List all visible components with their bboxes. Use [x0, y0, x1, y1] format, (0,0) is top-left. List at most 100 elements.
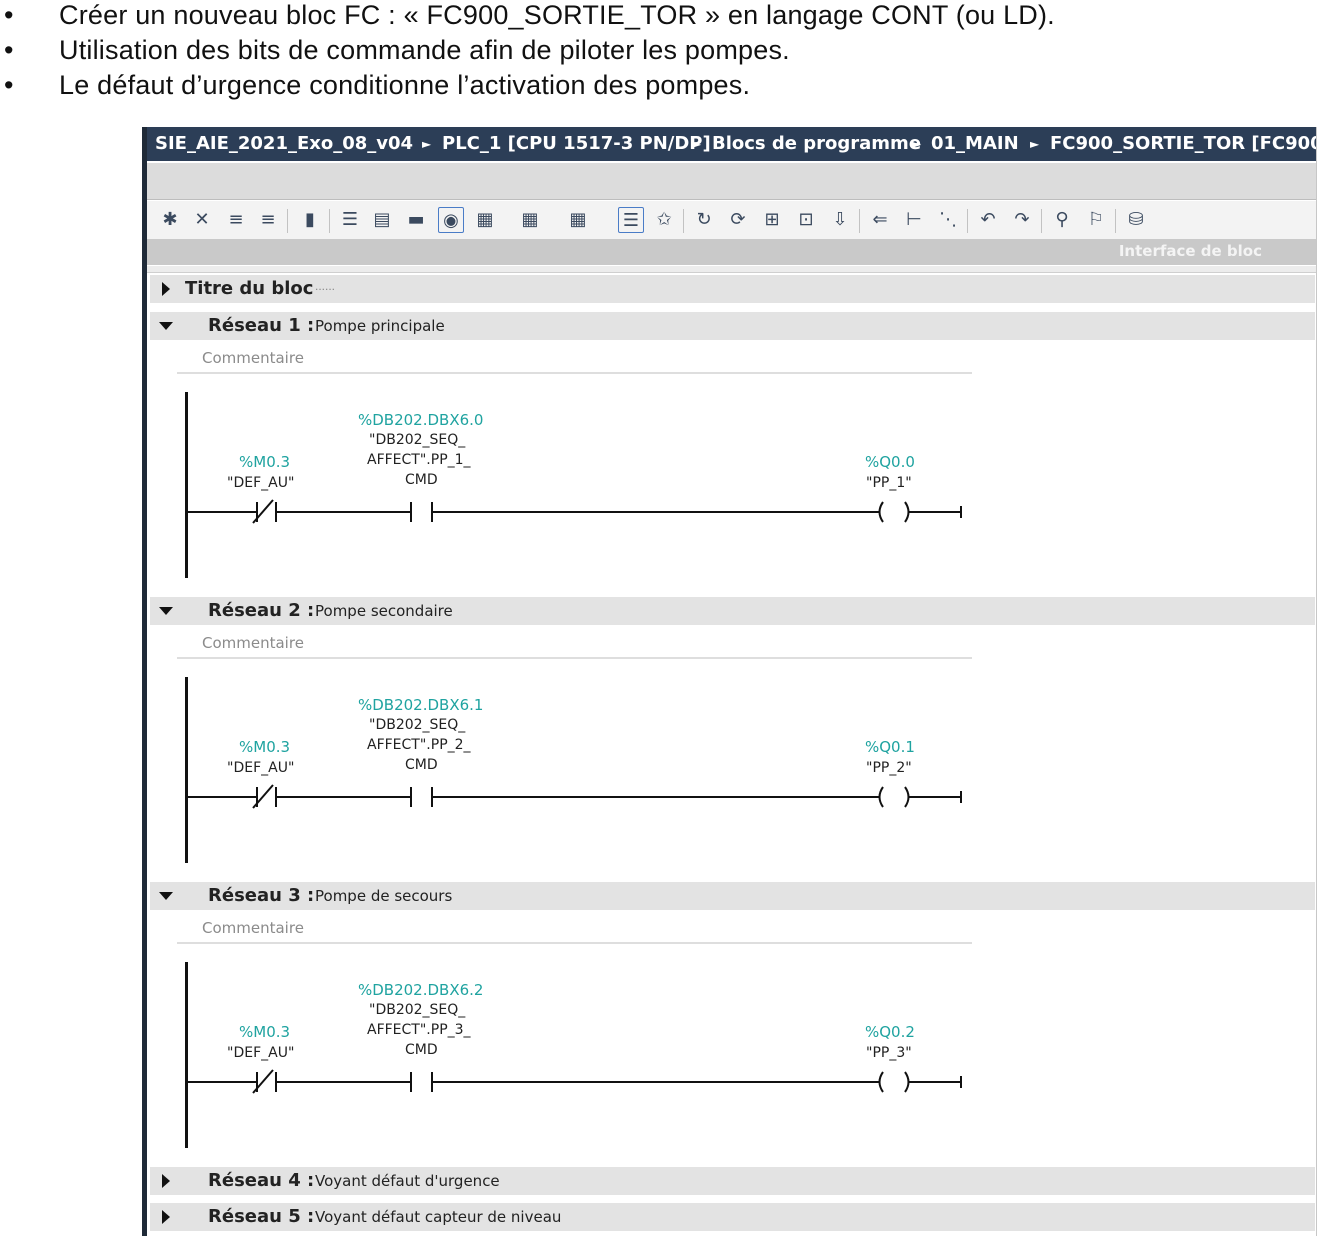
expand-arrow-icon[interactable] [162, 1174, 170, 1188]
network-header-1[interactable]: Réseau 1 : Pompe principale [150, 312, 1315, 340]
toolbar-separator [329, 209, 330, 233]
contact-address[interactable]: %M0.3 [239, 738, 290, 756]
no-contact[interactable] [410, 787, 433, 807]
network-title[interactable]: Pompe secondaire [315, 602, 453, 620]
monitor-icon[interactable]: ⟳ [725, 207, 751, 233]
network-comment[interactable]: Commentaire [177, 629, 972, 659]
assign-icon[interactable]: ⚐ [1083, 207, 1109, 233]
expand-arrow-icon[interactable] [162, 282, 170, 296]
contact-symbol-line[interactable]: CMD [405, 1042, 438, 1058]
list-icon[interactable]: ↶ [975, 207, 1001, 233]
bullet-marker: • [4, 0, 14, 30]
compare-icon[interactable]: ⊢ [901, 207, 927, 233]
ladder-icon[interactable]: ↻ [691, 207, 717, 233]
network-header-4[interactable]: Réseau 4 : Voyant défaut d'urgence [150, 1167, 1315, 1195]
contact-symbol-line[interactable]: AFFECT".PP_2_ [367, 737, 471, 753]
network-title[interactable]: Pompe principale [315, 317, 445, 335]
contact-symbol[interactable]: "DEF_AU" [227, 760, 294, 776]
operand-display-icon[interactable]: ☰ [618, 207, 644, 233]
block-title-placeholder[interactable]: ...... [315, 279, 335, 293]
network-comment-icon[interactable]: ▤ [369, 207, 395, 233]
ladder-network-3: %M0.3 "DEF_AU" %DB202.DBX6.2 "DB202_SEQ_… [147, 962, 977, 1148]
favorites-icon[interactable]: ▬ [403, 207, 429, 233]
toolbar-separator [1115, 209, 1116, 233]
collapse-arrow-icon[interactable] [159, 892, 173, 900]
network-comment[interactable]: Commentaire [177, 344, 972, 374]
collapse-arrow-icon[interactable] [159, 607, 173, 615]
breadcrumb-program-blocks[interactable]: Blocs de programme [712, 127, 921, 161]
contact-address[interactable]: %M0.3 [239, 453, 290, 471]
bullet-marker: • [4, 70, 14, 100]
contact-symbol-line[interactable]: "DB202_SEQ_ [369, 717, 465, 733]
network-title[interactable]: Voyant défaut capteur de niveau [315, 1208, 561, 1226]
network-number: Réseau 4 : [208, 1170, 315, 1191]
display-icon[interactable]: ▮ [297, 207, 323, 233]
editor-header-bar [147, 163, 1316, 200]
navigate-ref-icon[interactable]: ⊞ [759, 207, 785, 233]
breadcrumb-project[interactable]: SIE_AIE_2021_Exo_08_v04 [155, 127, 413, 161]
output-coil[interactable] [878, 501, 910, 523]
close-all-networks-icon[interactable]: ▦ [517, 207, 543, 233]
toolbar-separator [1041, 209, 1042, 233]
toggle-ref-icon[interactable]: ↷ [1009, 207, 1035, 233]
coil-address[interactable]: %Q0.2 [865, 1023, 915, 1041]
instance-db-icon[interactable]: ⇩ [827, 207, 853, 233]
block-title-label: Titre du bloc [185, 278, 314, 299]
contact-address[interactable]: %M0.3 [239, 1023, 290, 1041]
network-header-3[interactable]: Réseau 3 : Pompe de secours [150, 882, 1315, 910]
output-coil[interactable] [878, 1071, 910, 1093]
expand-arrow-icon[interactable] [162, 1210, 170, 1224]
show-favorites-icon[interactable]: ✩ [651, 207, 677, 233]
interface-splitter[interactable] [147, 266, 1316, 273]
no-contact[interactable] [410, 502, 433, 522]
breadcrumb: SIE_AIE_2021_Exo_08_v04 ► PLC_1 [CPU 151… [147, 127, 1316, 161]
go-to-icon[interactable]: ⊡ [793, 207, 819, 233]
contact-symbol[interactable]: "DEF_AU" [227, 1045, 294, 1061]
download-icon[interactable]: ⇐ [867, 207, 893, 233]
open-all-networks-icon[interactable]: ▦ [472, 207, 498, 233]
network-header-2[interactable]: Réseau 2 : Pompe secondaire [150, 597, 1315, 625]
symbolic-operand-icon[interactable]: ▦ [565, 207, 591, 233]
contact-symbol[interactable]: "DEF_AU" [227, 475, 294, 491]
coil-symbol[interactable]: "PP_1" [866, 475, 912, 491]
coil-symbol[interactable]: "PP_2" [866, 760, 912, 776]
insert-row-icon[interactable]: ≡ [223, 207, 249, 233]
contact-address[interactable]: %DB202.DBX6.1 [358, 696, 483, 714]
call-hierarchy-icon[interactable]: ⚲ [1049, 207, 1075, 233]
network-title[interactable]: Pompe de secours [315, 887, 452, 905]
contact-symbol-line[interactable]: AFFECT".PP_3_ [367, 1022, 471, 1038]
line-numbers-icon[interactable]: ⋱ [935, 207, 961, 233]
add-row-icon[interactable]: ≡ [255, 207, 281, 233]
block-interface-bar[interactable]: Interface de bloc [147, 239, 1316, 265]
contact-symbol-line[interactable]: AFFECT".PP_1_ [367, 452, 471, 468]
contact-symbol-line[interactable]: "DB202_SEQ_ [369, 1002, 465, 1018]
network-comment[interactable]: Commentaire [177, 914, 972, 944]
breadcrumb-block[interactable]: FC900_SORTIE_TOR [FC900] [1050, 127, 1316, 161]
contact-address[interactable]: %DB202.DBX6.2 [358, 981, 483, 999]
nc-contact[interactable] [252, 784, 277, 809]
collapse-arrow-icon[interactable] [159, 322, 173, 330]
no-contact[interactable] [410, 1072, 433, 1092]
coil-symbol[interactable]: "PP_3" [866, 1045, 912, 1061]
nc-contact[interactable] [252, 499, 277, 524]
breadcrumb-main-folder[interactable]: 01_MAIN [931, 127, 1019, 161]
toolbar-separator [287, 209, 288, 233]
block-title-header[interactable]: Titre du bloc ...... [150, 275, 1315, 303]
online-icon[interactable]: ⛁ [1123, 207, 1149, 233]
network-title[interactable]: Voyant défaut d'urgence [315, 1172, 500, 1190]
output-coil[interactable] [878, 786, 910, 808]
insert-network-icon[interactable]: ✱ [157, 207, 183, 233]
contact-symbol-line[interactable]: CMD [405, 757, 438, 773]
contact-symbol-line[interactable]: "DB202_SEQ_ [369, 432, 465, 448]
program-editor-window: SIE_AIE_2021_Exo_08_v04 ► PLC_1 [CPU 151… [142, 127, 1317, 1236]
breadcrumb-plc[interactable]: PLC_1 [CPU 1517-3 PN/DP] [442, 127, 711, 161]
display-toggle-icon[interactable]: ◉ [438, 207, 464, 233]
delete-network-icon[interactable]: ✕ [189, 207, 215, 233]
contact-symbol-line[interactable]: CMD [405, 472, 438, 488]
coil-address[interactable]: %Q0.1 [865, 738, 915, 756]
coil-address[interactable]: %Q0.0 [865, 453, 915, 471]
network-header-5[interactable]: Réseau 5 : Voyant défaut capteur de nive… [150, 1203, 1315, 1231]
nc-contact[interactable] [252, 1069, 277, 1094]
abs-rel-icon[interactable]: ☰ [337, 207, 363, 233]
contact-address[interactable]: %DB202.DBX6.0 [358, 411, 483, 429]
